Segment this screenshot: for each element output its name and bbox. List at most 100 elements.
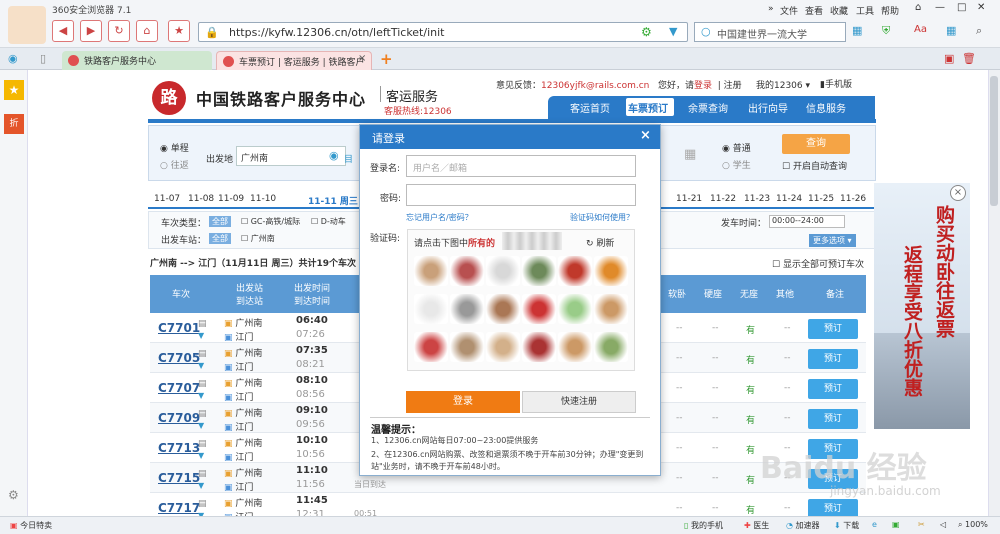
captcha-image-tile[interactable]: [594, 256, 628, 286]
nav-home[interactable]: 客运首页: [570, 100, 610, 115]
login-link[interactable]: 登录: [694, 81, 712, 91]
show-all-checkbox[interactable]: ☐ 显示全部可预订车次: [772, 257, 864, 270]
captcha-image-tile[interactable]: [414, 256, 448, 286]
book-button[interactable]: 预订: [808, 319, 858, 339]
captcha-refresh-button[interactable]: ↻ 刷新: [586, 236, 614, 249]
date-tab[interactable]: 11-23: [744, 194, 770, 204]
captcha-image-tile[interactable]: [450, 332, 484, 362]
date-tab[interactable]: 11-21: [676, 194, 702, 204]
captcha-image-tile[interactable]: [558, 332, 592, 362]
tab-close-icon[interactable]: ×: [358, 53, 366, 64]
date-tab[interactable]: 11-24: [776, 194, 802, 204]
skin-icon[interactable]: ⌂: [915, 2, 921, 13]
dialog-close-icon[interactable]: ×: [640, 128, 651, 143]
tab-list-icon[interactable]: ▣: [944, 52, 954, 65]
date-tab[interactable]: 11-07: [154, 194, 180, 204]
mobile-link[interactable]: ▮手机版: [820, 77, 852, 90]
gear-icon[interactable]: ⚙: [641, 25, 652, 39]
captcha-image-tile[interactable]: [594, 294, 628, 324]
promo-banner[interactable]: 购买动卧往返票 返程享受八折优惠 ×: [874, 183, 970, 429]
date-tab[interactable]: 11-22: [710, 194, 736, 204]
forward-icon[interactable]: ▶: [80, 20, 102, 42]
book-button[interactable]: 预订: [808, 409, 858, 429]
captcha-help-link[interactable]: 验证码如何使用？: [570, 212, 634, 223]
train-info-icon[interactable]: ▤: [198, 319, 207, 329]
shield-icon[interactable]: ⛨: [882, 24, 890, 38]
ie-icon[interactable]: e: [872, 520, 877, 529]
train-info-icon[interactable]: ▤: [198, 379, 207, 389]
expand-icon[interactable]: ▼: [198, 391, 204, 400]
auto-query-checkbox[interactable]: ☐ 开启自动查询: [782, 159, 847, 172]
quick-register-button[interactable]: 快速注册: [522, 391, 636, 413]
all-types-button[interactable]: 全部: [209, 216, 231, 227]
zoom-level[interactable]: ⌕ 100%: [958, 520, 988, 530]
menu-help[interactable]: 帮助: [881, 4, 899, 17]
password-input[interactable]: [406, 184, 636, 206]
menu-file[interactable]: 文件: [780, 4, 798, 17]
username-input[interactable]: 用户名／邮箱: [406, 155, 636, 177]
captcha-image-tile[interactable]: [414, 294, 448, 324]
avatar[interactable]: [8, 6, 46, 44]
normal-radio[interactable]: ◉ 普通: [722, 141, 751, 154]
maximize-icon[interactable]: □: [957, 2, 966, 13]
address-bar[interactable]: 🔒 https://kyfw.12306.cn/otn/leftTicket/i…: [198, 22, 688, 42]
expand-icon[interactable]: ▼: [198, 481, 204, 490]
register-link[interactable]: 注册: [724, 81, 742, 91]
zoom-icon[interactable]: ⌕: [976, 24, 982, 38]
expand-icon[interactable]: ▼: [198, 451, 204, 460]
gc-checkbox[interactable]: ☐ GC-高铁/城际: [241, 216, 300, 227]
train-number-link[interactable]: C7715: [158, 471, 200, 485]
expand-icon[interactable]: ▼: [198, 361, 204, 370]
menu-view[interactable]: 查看: [805, 4, 823, 17]
train-number-link[interactable]: C7709: [158, 411, 200, 425]
th-station[interactable]: 出发站 到达站: [236, 281, 263, 307]
train-info-icon[interactable]: ▤: [198, 499, 207, 509]
favorite-icon[interactable]: ★: [168, 20, 190, 42]
captcha-image-tile[interactable]: [486, 332, 520, 362]
nav-travel-guide[interactable]: 出行向导: [748, 100, 788, 115]
forgot-link[interactable]: 忘记用户名/密码？: [406, 212, 473, 223]
captcha-image-tile[interactable]: [450, 294, 484, 324]
doctor-link[interactable]: ✚ 医生: [744, 520, 769, 531]
download-link[interactable]: ⬇ 下载: [834, 520, 859, 531]
my-12306-menu[interactable]: 我的12306 ▾: [756, 78, 810, 91]
expand-icon[interactable]: ▼: [198, 331, 204, 340]
translate-icon[interactable]: Aa: [914, 24, 927, 35]
captcha-image-tile[interactable]: [558, 256, 592, 286]
minimize-icon[interactable]: —: [935, 2, 945, 13]
nav-info[interactable]: 信息服务: [806, 100, 846, 115]
all-stations-button[interactable]: 全部: [209, 233, 231, 244]
date-tab[interactable]: 11-10: [250, 194, 276, 204]
captcha-image-tile[interactable]: [486, 256, 520, 286]
window-icon[interactable]: ▣: [892, 520, 900, 529]
menu-tools[interactable]: 工具: [856, 4, 874, 17]
captcha-image-tile[interactable]: [558, 294, 592, 324]
volume-icon[interactable]: ◁: [940, 520, 946, 529]
date-tab[interactable]: 11-09: [218, 194, 244, 204]
captcha-image-tile[interactable]: [486, 294, 520, 324]
from-input[interactable]: 广州南 ◉: [236, 146, 346, 166]
daily-deals-link[interactable]: ▣ 今日特卖: [10, 520, 52, 531]
search-box[interactable]: ○ 中国建世界一流大学: [694, 22, 846, 42]
train-info-icon[interactable]: ▤: [198, 469, 207, 479]
date-tab[interactable]: 11-25: [808, 194, 834, 204]
tab-booking[interactable]: 车票预订 | 客运服务 | 铁路客户: [216, 51, 372, 70]
menu-favorites[interactable]: 收藏: [830, 4, 848, 17]
train-number-link[interactable]: C7707: [158, 381, 200, 395]
one-way-radio[interactable]: ◉ 单程: [160, 141, 189, 154]
train-number-link[interactable]: C7701: [158, 321, 200, 335]
th-time[interactable]: 出发时间 到达时间: [294, 281, 330, 307]
screenshot-icon[interactable]: ✂: [918, 520, 925, 529]
more-options-button[interactable]: 更多选项 ▾: [809, 234, 856, 247]
train-number-link[interactable]: C7705: [158, 351, 200, 365]
d-checkbox[interactable]: ☐ D-动车: [311, 216, 346, 227]
train-info-icon[interactable]: ▤: [198, 349, 207, 359]
captcha-image-tile[interactable]: [594, 332, 628, 362]
date-tab[interactable]: 11-26: [840, 194, 866, 204]
captcha-image-tile[interactable]: [522, 256, 556, 286]
close-icon[interactable]: ✕: [977, 2, 985, 13]
date-tab-active[interactable]: 11-11 周三: [308, 194, 358, 207]
eye-icon[interactable]: ◉: [8, 52, 18, 65]
back-icon[interactable]: ◀: [52, 20, 74, 42]
book-button[interactable]: 预订: [808, 349, 858, 369]
